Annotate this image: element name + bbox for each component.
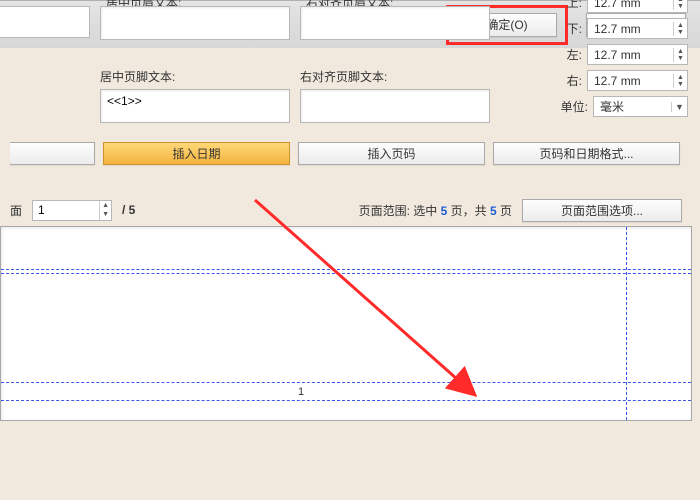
preview-pane: 1: [0, 226, 692, 421]
guide-right: [626, 227, 627, 420]
footer-center-textbox[interactable]: [100, 89, 290, 123]
unit-dropdown[interactable]: 毫米 ▼: [593, 96, 688, 117]
preview-page-number: 1: [298, 386, 304, 398]
current-page-input[interactable]: [33, 201, 99, 220]
chevron-up-icon[interactable]: ▲: [100, 201, 111, 211]
margin-left-label: 左:: [558, 46, 582, 63]
chevron-down-icon[interactable]: ▼: [671, 102, 687, 112]
margin-top-label: 上:: [558, 0, 582, 11]
chevron-up-icon[interactable]: ▲: [674, 74, 687, 81]
margin-top-stepper[interactable]: 12.7 mm ▲▼: [587, 0, 688, 13]
footer-right-textbox[interactable]: [300, 89, 490, 123]
truncated-button-left[interactable]: [10, 142, 95, 165]
guide-top-2: [1, 273, 691, 274]
header-center-textbox[interactable]: [100, 6, 290, 40]
unit-value: 毫米: [594, 98, 671, 115]
guide-bottom: [1, 382, 691, 383]
footer-right-label: 右对齐页脚文本:: [300, 68, 490, 85]
page-total: / 5: [122, 203, 135, 217]
page-range-options-button[interactable]: 页面范围选项...: [522, 199, 682, 222]
margin-right-value: 12.7 mm: [588, 74, 673, 88]
chevron-down-icon[interactable]: ▼: [674, 55, 687, 62]
footer-center-label: 居中页脚文本:: [100, 68, 290, 85]
guide-top: [1, 269, 691, 270]
chevron-down-icon[interactable]: ▼: [674, 3, 687, 10]
insert-page-button[interactable]: 插入页码: [298, 142, 485, 165]
unit-label: 单位:: [558, 98, 588, 115]
margin-top-value: 12.7 mm: [588, 0, 673, 10]
chevron-up-icon[interactable]: ▲: [674, 48, 687, 55]
margin-bottom-label: 下:: [558, 20, 582, 37]
guide-bottom-2: [1, 400, 691, 401]
left-truncated-textbox[interactable]: [0, 6, 90, 38]
header-right-textbox[interactable]: [300, 6, 490, 40]
margin-right-stepper[interactable]: 12.7 mm ▲▼: [587, 70, 688, 91]
margin-bottom-stepper[interactable]: 12.7 mm ▲▼: [587, 18, 688, 39]
margin-bottom-value: 12.7 mm: [588, 22, 673, 36]
margin-right-label: 右:: [558, 72, 582, 89]
page-range-text: 页面范围: 选中 5 页，共 5 页: [359, 202, 512, 219]
chevron-up-icon[interactable]: ▲: [674, 22, 687, 29]
chevron-down-icon[interactable]: ▼: [100, 210, 111, 220]
chevron-down-icon[interactable]: ▼: [674, 81, 687, 88]
page-label-truncated: 面: [10, 202, 22, 219]
page-date-format-button[interactable]: 页码和日期格式...: [493, 142, 680, 165]
margin-left-stepper[interactable]: 12.7 mm ▲▼: [587, 44, 688, 65]
chevron-down-icon[interactable]: ▼: [674, 29, 687, 36]
insert-date-button[interactable]: 插入日期: [103, 142, 290, 165]
current-page-stepper[interactable]: ▲▼: [32, 200, 112, 221]
margin-left-value: 12.7 mm: [588, 48, 673, 62]
